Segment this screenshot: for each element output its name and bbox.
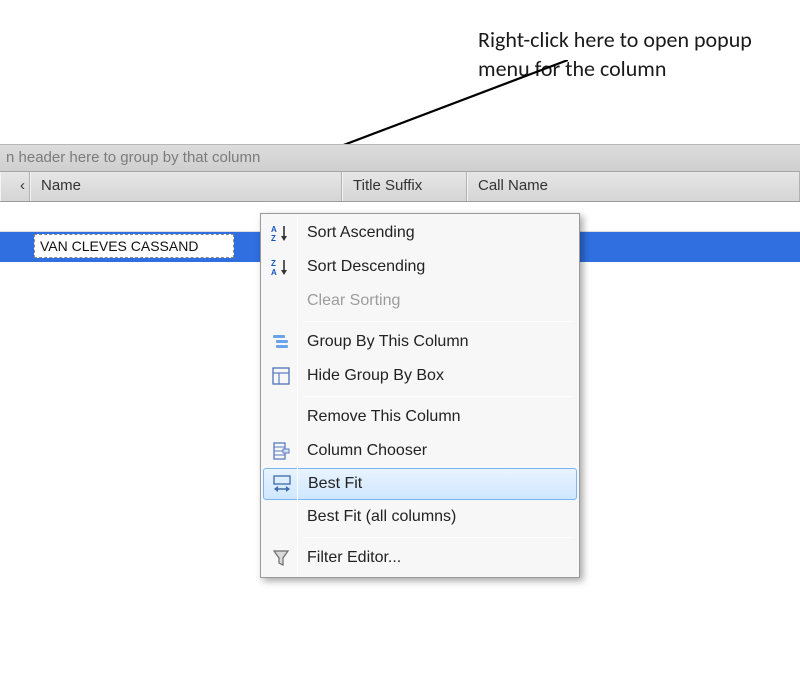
column-header-title-suffix[interactable]: Title Suffix: [342, 172, 467, 201]
menu-gutter: [297, 216, 298, 575]
cell-name[interactable]: VAN CLEVES CASSAND: [34, 234, 234, 258]
blank-icon: [265, 401, 297, 433]
svg-text:Z: Z: [271, 234, 276, 243]
svg-text:Z: Z: [271, 259, 276, 268]
menu-item-label: Sort Ascending: [297, 224, 415, 242]
menu-item-sort-descending[interactable]: ZA Sort Descending: [263, 250, 577, 284]
best-fit-icon: [266, 468, 298, 500]
menu-item-remove-this-column[interactable]: Remove This Column: [263, 400, 577, 434]
menu-item-label: Column Chooser: [297, 442, 427, 460]
sort-asc-icon: AZ: [265, 217, 297, 249]
chooser-icon: [265, 435, 297, 467]
column-header-stub[interactable]: ‹: [0, 172, 30, 201]
menu-item-label: Hide Group By Box: [297, 367, 444, 385]
menu-item-label: Clear Sorting: [297, 292, 400, 310]
column-header-row: ‹ Name Title Suffix Call Name: [0, 172, 800, 202]
funnel-icon: [265, 542, 297, 574]
menu-item-filter-editor[interactable]: Filter Editor...: [263, 541, 577, 575]
menu-item-hide-group-by-box[interactable]: Hide Group By Box: [263, 359, 577, 393]
group-by-panel[interactable]: n header here to group by that column: [0, 144, 800, 172]
sort-desc-icon: ZA: [265, 251, 297, 283]
svg-text:A: A: [271, 268, 277, 277]
menu-item-label: Group By This Column: [297, 333, 469, 351]
row-indicator: [0, 232, 30, 262]
column-header-name[interactable]: Name: [30, 172, 342, 201]
menu-item-clear-sorting: Clear Sorting: [263, 284, 577, 318]
menu-item-label: Filter Editor...: [297, 549, 401, 567]
column-context-menu: AZ Sort Ascending ZA Sort Descending Cle…: [260, 213, 580, 578]
menu-item-column-chooser[interactable]: Column Chooser: [263, 434, 577, 468]
svg-text:A: A: [271, 225, 277, 234]
menu-item-sort-ascending[interactable]: AZ Sort Ascending: [263, 216, 577, 250]
menu-separator: [303, 537, 573, 538]
blank-icon: [265, 501, 297, 533]
annotation-text: Right-click here to open popup menu for …: [478, 26, 758, 83]
menu-item-best-fit[interactable]: Best Fit: [263, 468, 577, 500]
menu-item-label: Remove This Column: [297, 408, 461, 426]
menu-item-label: Sort Descending: [297, 258, 425, 276]
column-header-call-name[interactable]: Call Name: [467, 172, 800, 201]
group-icon: [265, 326, 297, 358]
menu-item-best-fit-all-columns[interactable]: Best Fit (all columns): [263, 500, 577, 534]
grid-box-icon: [265, 360, 297, 392]
menu-item-label: Best Fit: [298, 475, 362, 493]
menu-separator: [303, 321, 573, 322]
menu-separator: [303, 396, 573, 397]
menu-item-group-by-this-column[interactable]: Group By This Column: [263, 325, 577, 359]
blank-icon: [265, 285, 297, 317]
menu-item-label: Best Fit (all columns): [297, 508, 456, 526]
